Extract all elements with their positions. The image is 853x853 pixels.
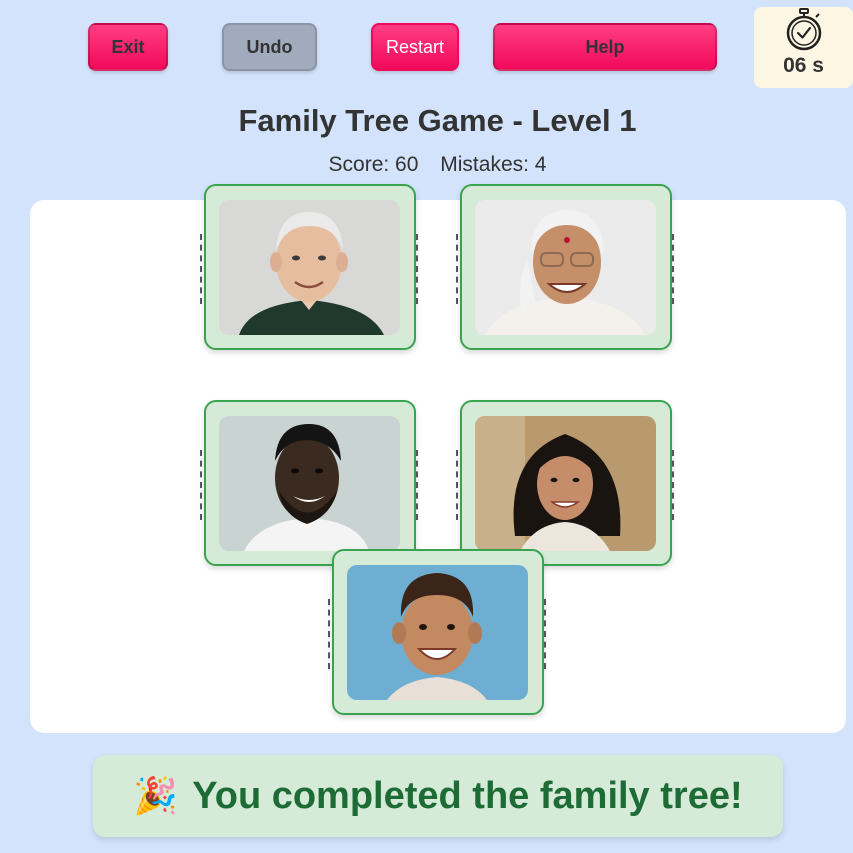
stopwatch-icon: [786, 8, 821, 51]
drag-handle-right[interactable]: [672, 234, 676, 304]
help-button[interactable]: Help: [493, 23, 717, 71]
card-grandpa[interactable]: [200, 184, 418, 350]
card-child[interactable]: [328, 549, 546, 715]
party-popper-icon: 🎉: [133, 775, 179, 816]
timer-panel: 06 s: [754, 7, 853, 88]
score-label: Score: 60: [328, 153, 419, 176]
card-father[interactable]: [200, 400, 418, 566]
completion-message: You completed the family tree!: [192, 774, 743, 817]
exit-button[interactable]: Exit: [88, 23, 168, 71]
woman-portrait: [475, 416, 656, 551]
drag-handle-right[interactable]: [544, 599, 548, 669]
man-portrait: [219, 416, 400, 551]
card-grandma[interactable]: [456, 184, 674, 350]
drag-handle-left[interactable]: [200, 450, 204, 520]
drag-handle-right[interactable]: [416, 450, 420, 520]
elderly-woman-portrait: [475, 200, 656, 335]
drag-handle-left[interactable]: [328, 599, 332, 669]
drag-handle-left[interactable]: [456, 450, 460, 520]
completion-banner: 🎉 You completed the family tree!: [93, 755, 783, 837]
elderly-man-portrait: [219, 200, 400, 335]
drag-handle-left[interactable]: [200, 234, 204, 304]
undo-button[interactable]: Undo: [222, 23, 317, 71]
card-mother[interactable]: [456, 400, 674, 566]
page-title: Family Tree Game - Level 1: [238, 103, 637, 138]
restart-button[interactable]: Restart: [371, 23, 459, 71]
drag-handle-left[interactable]: [456, 234, 460, 304]
timer-value: 06 s: [783, 54, 824, 77]
drag-handle-right[interactable]: [416, 234, 420, 304]
child-portrait: [347, 565, 528, 700]
stats-line: Score: 60 Mistakes: 4: [0, 153, 853, 177]
mistakes-label: Mistakes: 4: [440, 153, 547, 176]
drag-handle-right[interactable]: [672, 450, 676, 520]
